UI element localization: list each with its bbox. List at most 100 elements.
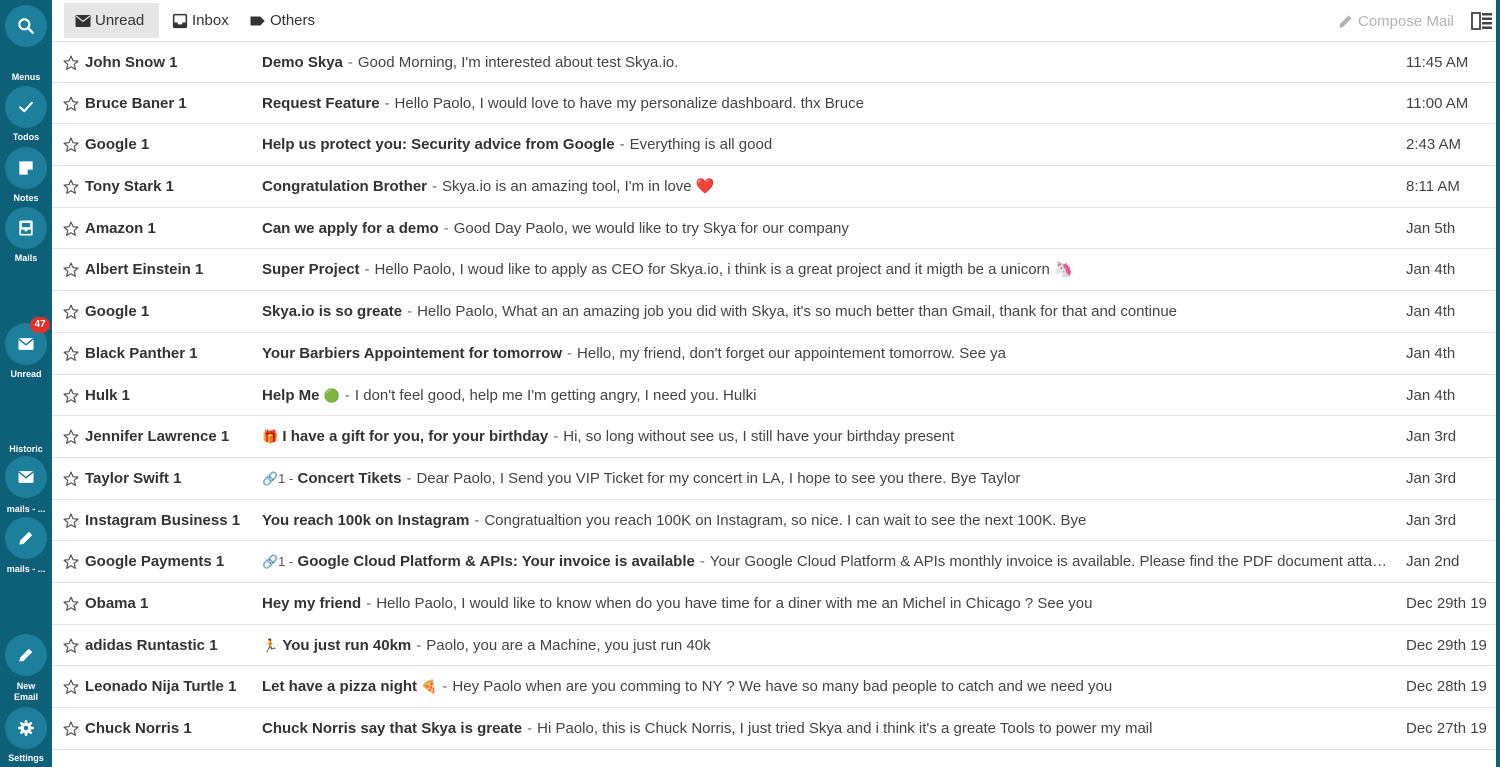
tab-others[interactable]: Others bbox=[249, 3, 315, 38]
note-icon bbox=[19, 161, 33, 175]
subject-separator: - bbox=[364, 261, 370, 279]
email-row[interactable]: Bruce Baner 1 Request Feature - Hello Paolo… bbox=[52, 83, 1496, 125]
email-row[interactable]: Tony Stark 1 Congratulation Brother - Skya.… bbox=[52, 166, 1496, 208]
email-preview: Hello Paolo, I would like to know when d… bbox=[376, 594, 1093, 612]
email-row[interactable]: Black Panther 1 Your Barbiers Appointemen… bbox=[52, 333, 1496, 375]
email-sender: Jennifer Lawrence 1 bbox=[85, 428, 230, 446]
subject-separator: - bbox=[406, 469, 412, 487]
email-content: Super Project - Hello Paolo, I woud like t… bbox=[262, 249, 1392, 290]
pencil-icon bbox=[19, 531, 33, 545]
star-icon[interactable] bbox=[62, 303, 80, 321]
envelope-icon bbox=[18, 338, 34, 350]
star-icon[interactable] bbox=[62, 261, 80, 279]
subject-separator: - bbox=[347, 54, 353, 71]
subject-separator: - bbox=[407, 303, 413, 321]
star-icon[interactable] bbox=[62, 178, 80, 196]
email-sender: Obama 1 bbox=[85, 594, 149, 612]
email-row[interactable]: Taylor Swift 1 🔗1 - Concert Tikets - Dear P… bbox=[52, 458, 1496, 500]
subject-separator: - bbox=[432, 178, 437, 196]
mails-button[interactable] bbox=[5, 207, 47, 249]
new-email-button[interactable] bbox=[5, 634, 47, 676]
email-prefix: 🔗1 - bbox=[262, 470, 294, 486]
email-sender: Bruce Baner 1 bbox=[85, 94, 187, 112]
email-sender: Hulk 1 bbox=[85, 386, 131, 404]
email-content: Your Barbiers Appointement for tomorrow -… bbox=[262, 333, 1392, 374]
tab-unread[interactable]: Unread bbox=[64, 3, 159, 38]
menus-label: Menus bbox=[11, 72, 41, 82]
search-button[interactable] bbox=[5, 5, 47, 47]
email-content: 🔗1 - Google Cloud Platform & APIs: Your … bbox=[262, 541, 1392, 582]
app-sidebar: Menus Todos Notes Mails 47 Unread Histor… bbox=[0, 0, 52, 767]
email-sender: Leonado Nija Turtle 1 bbox=[85, 678, 237, 696]
star-icon[interactable] bbox=[62, 470, 80, 488]
settings-button[interactable] bbox=[5, 707, 47, 749]
email-row[interactable]: Obama 1 Hey my friend - Hello Paolo, I woul… bbox=[52, 583, 1496, 625]
email-date: Jan 3rd bbox=[1406, 428, 1457, 446]
email-sender: Instagram Business 1 bbox=[85, 511, 241, 529]
star-icon[interactable] bbox=[62, 637, 80, 655]
email-content: Skya.io is so greate - Hello Paolo, What a… bbox=[262, 291, 1392, 332]
todos-button[interactable] bbox=[5, 86, 47, 128]
star-icon[interactable] bbox=[62, 553, 80, 571]
subject-separator: - bbox=[384, 94, 390, 112]
email-row[interactable]: Amazon 1 Can we apply for a demo - Good Day… bbox=[52, 208, 1496, 250]
email-sender: adidas Runtastic 1 bbox=[85, 636, 218, 654]
historic-mail-button[interactable] bbox=[5, 456, 47, 498]
email-sender: Google 1 bbox=[85, 303, 150, 321]
email-date: Dec 29th 19 bbox=[1406, 636, 1487, 654]
checkmark-icon bbox=[19, 101, 33, 113]
email-sender: Tony Stark 1 bbox=[85, 178, 174, 196]
star-icon[interactable] bbox=[62, 428, 80, 446]
email-row[interactable]: Google 1 Help us protect you: Security ad… bbox=[52, 124, 1496, 167]
star-icon[interactable] bbox=[62, 720, 80, 738]
email-row[interactable]: John Snow 1 Demo Skya - Good Morning, I'm i… bbox=[52, 41, 1496, 83]
email-subject: Hey my friend bbox=[262, 594, 362, 612]
subject-separator: - bbox=[443, 219, 449, 237]
email-content: Help us protect you: Security advice fro… bbox=[262, 124, 1392, 165]
email-content: Congratulation Brother - Skya.io is an ama… bbox=[262, 166, 1392, 207]
star-icon[interactable] bbox=[62, 54, 80, 72]
compose-mail-label: Compose Mail bbox=[1358, 12, 1454, 30]
star-icon[interactable] bbox=[62, 512, 80, 530]
email-row[interactable]: Google Payments 1 🔗1 - Google Cloud Platf… bbox=[52, 541, 1496, 583]
email-date: Jan 2nd bbox=[1406, 553, 1460, 571]
email-preview: Paolo, you are a Machine, you just run 4… bbox=[426, 636, 711, 654]
star-icon[interactable] bbox=[62, 595, 80, 613]
email-row[interactable]: Chuck Norris 1 Chuck Norris say that Skya… bbox=[52, 708, 1496, 750]
email-row[interactable]: Albert Einstein 1 Super Project - Hello Pao… bbox=[52, 249, 1496, 292]
email-date: Jan 4th bbox=[1406, 344, 1456, 362]
split-layout-icon[interactable] bbox=[1471, 11, 1493, 31]
star-icon[interactable] bbox=[62, 387, 80, 405]
email-sender: Taylor Swift 1 bbox=[85, 469, 182, 487]
email-subject: Let have a pizza night bbox=[262, 678, 418, 696]
email-row[interactable]: Google 1 Skya.io is so greate - Hello Paolo… bbox=[52, 291, 1496, 333]
settings-label: Settings bbox=[8, 753, 44, 763]
email-preview: Hello, my friend, don't forget our appoi… bbox=[577, 344, 1006, 362]
gear-icon bbox=[18, 720, 34, 736]
email-row[interactable]: Jennifer Lawrence 1 🎁 I have a gift for y… bbox=[52, 416, 1496, 458]
notes-button[interactable] bbox=[5, 147, 47, 189]
email-subject: Chuck Norris say that Skya is greate bbox=[262, 720, 523, 737]
historic-label: Historic bbox=[9, 444, 43, 454]
star-icon[interactable] bbox=[62, 95, 80, 113]
star-icon[interactable] bbox=[62, 345, 80, 363]
email-row[interactable]: adidas Runtastic 1 🏃 You just run 40km - Pa… bbox=[52, 625, 1496, 667]
email-sender: Google 1 bbox=[85, 136, 150, 154]
email-sender: Amazon 1 bbox=[85, 219, 156, 237]
email-preview: Congratualtion you reach 100K on Instagr… bbox=[484, 511, 1087, 529]
email-row[interactable]: Leonado Nija Turtle 1 Let have a pizza ni… bbox=[52, 666, 1496, 708]
email-date: Dec 29th 19 bbox=[1406, 594, 1487, 612]
star-icon[interactable] bbox=[62, 220, 80, 238]
compose-mail-button[interactable]: Compose Mail bbox=[1337, 10, 1454, 32]
email-date: Jan 4th bbox=[1406, 261, 1456, 279]
email-content: You reach 100k on Instagram - Congratualti… bbox=[262, 500, 1392, 541]
star-icon[interactable] bbox=[62, 678, 80, 696]
email-row[interactable]: Hulk 1 Help Me 🟢 - I don't feel good, help … bbox=[52, 375, 1496, 417]
tab-inbox[interactable]: Inbox bbox=[171, 3, 229, 38]
tag-label-icon bbox=[250, 16, 265, 25]
email-preview: Good Morning, I'm interested about test … bbox=[357, 54, 679, 71]
historic-draft-button[interactable] bbox=[5, 517, 47, 559]
star-icon[interactable] bbox=[62, 136, 80, 154]
email-row[interactable]: Instagram Business 1 You reach 100k on In… bbox=[52, 500, 1496, 542]
email-preview: Good Day Paolo, we would like to try Sky… bbox=[453, 219, 849, 237]
